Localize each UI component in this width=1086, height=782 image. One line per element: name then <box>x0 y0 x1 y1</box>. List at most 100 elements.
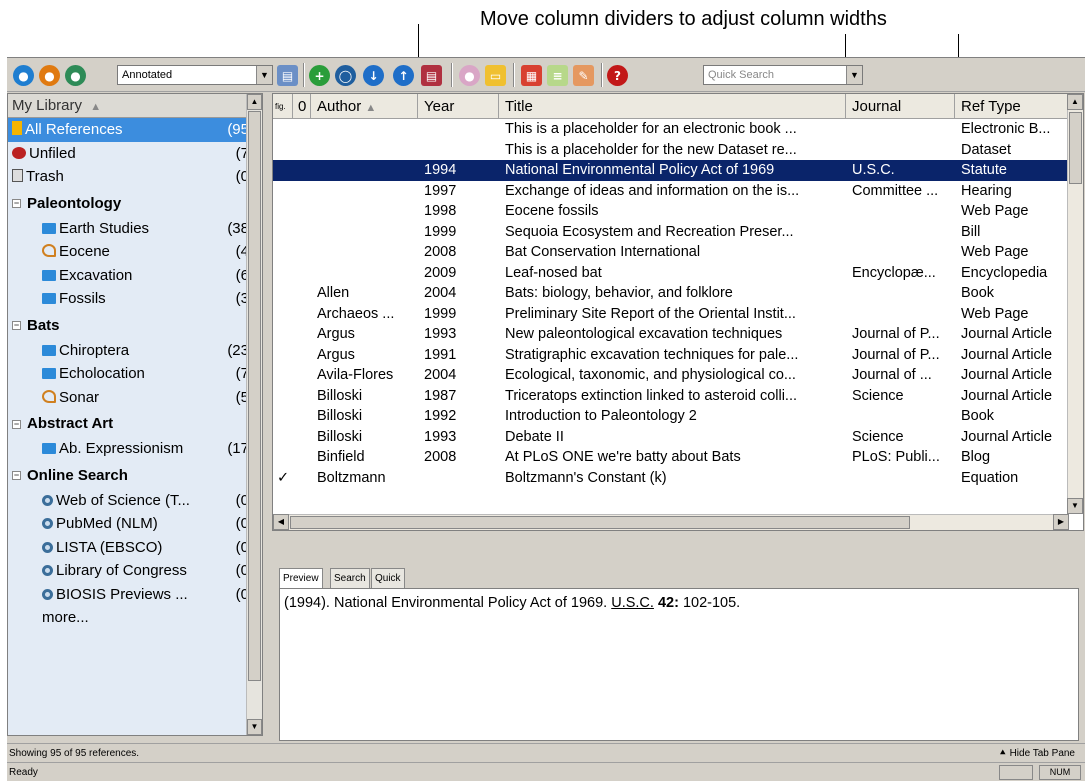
sidebar-item-more[interactable]: more... <box>8 606 262 630</box>
insert-citation-icon[interactable]: ▤ <box>277 65 298 86</box>
status-bar-bottom: Ready NUM <box>7 762 1085 781</box>
scrollbar-thumb[interactable] <box>1069 112 1082 184</box>
import-icon[interactable]: ↓ <box>363 65 384 86</box>
table-row[interactable]: Billoski 1992 Introduction to Paleontology… <box>273 406 1069 427</box>
cell-title: Boltzmann's Constant (k) <box>505 469 667 486</box>
tab-quick-edit[interactable]: Quick Edit <box>371 568 405 603</box>
cell-reftype: Journal Article <box>961 346 1053 363</box>
group-paleontology[interactable]: − Paleontology <box>8 189 262 217</box>
scroll-left-icon[interactable]: ◀ <box>273 514 289 530</box>
table-row[interactable]: Allen 2004 Bats: biology, behavior, and fo… <box>273 283 1069 304</box>
sidebar-item-earth-studies[interactable]: Earth Studies (38) <box>8 217 262 241</box>
sidebar-item-library-of-congress[interactable]: Library of Congress (0) <box>8 559 262 583</box>
sidebar-item-unfiled[interactable]: Unfiled (7) <box>8 142 262 166</box>
app-window: ● ● ● Annotated ▼ ▤ + ◯ ↓ ↑ ▤ ● ▭ ▦ ≡ ✎ … <box>7 57 1085 781</box>
cell-title: Triceratops extinction linked to asteroi… <box>505 387 798 404</box>
chevron-down-icon[interactable]: ▼ <box>256 66 272 84</box>
sidebar-item-biosis[interactable]: BIOSIS Previews ... (0) <box>8 583 262 607</box>
table-row[interactable]: Avila-Flores 2004 Ecological, taxonomic, a… <box>273 365 1069 386</box>
scrollbar-thumb[interactable] <box>248 111 261 681</box>
table-row[interactable]: Argus 1991 Stratigraphic excavation techni… <box>273 345 1069 366</box>
sidebar-item-trash[interactable]: Trash (0) <box>8 165 262 189</box>
sidebar-item-sonar[interactable]: Sonar (5) <box>8 386 262 410</box>
sidebar-item-eocene[interactable]: Eocene (4) <box>8 240 262 264</box>
column-journal[interactable]: Journal <box>846 94 955 119</box>
column-ref-type[interactable]: Ref Type <box>955 94 1069 119</box>
sidebar-item-echolocation[interactable]: Echolocation (7) <box>8 362 262 386</box>
folder-icon <box>42 222 56 234</box>
library-icon[interactable]: ● <box>13 65 34 86</box>
output-style-select[interactable]: Annotated ▼ <box>117 65 273 85</box>
reference-list-hscroll[interactable]: ◀ ▶ <box>273 514 1069 530</box>
table-row[interactable]: Billoski 1987 Triceratops extinction linke… <box>273 386 1069 407</box>
table-row[interactable]: Binfield 2008 At PLoS ONE we're batty abou… <box>273 447 1069 468</box>
column-figure[interactable]: fig. <box>273 94 293 119</box>
table-row[interactable]: 1998 Eocene fossils Web Page <box>273 201 1069 222</box>
collapse-icon[interactable]: − <box>12 471 21 481</box>
cell-reftype: Web Page <box>961 203 1029 219</box>
group-bats[interactable]: − Bats <box>8 311 262 339</box>
cell-reftype: Journal Article <box>961 326 1053 342</box>
table-row[interactable]: 1994 National Environmental Policy Act of… <box>273 160 1069 181</box>
online-icon[interactable]: ● <box>39 65 60 86</box>
sidebar-item-web-of-science[interactable]: Web of Science (T... (0) <box>8 489 262 513</box>
open-folder-icon[interactable]: ▭ <box>485 65 506 86</box>
table-row[interactable]: 2008 Bat Conservation International Web Pa… <box>273 242 1069 263</box>
sync-icon[interactable]: ● <box>459 65 480 86</box>
table-row[interactable]: Archaeos ... 1999 Preliminary Site Report … <box>273 304 1069 325</box>
column-year[interactable]: Year <box>418 94 499 119</box>
scroll-right-icon[interactable]: ▶ <box>1053 514 1069 530</box>
group-online-search[interactable]: − Online Search <box>8 461 262 489</box>
table-row[interactable]: 1999 Sequoia Ecosystem and Recreation Pre… <box>273 222 1069 243</box>
tab-preview[interactable]: Preview <box>279 568 323 589</box>
export-icon[interactable]: ↑ <box>393 65 414 86</box>
list-icon[interactable]: ≡ <box>547 65 568 86</box>
tools-icon[interactable]: ✎ <box>573 65 594 86</box>
callout-text: Move column dividers to adjust column wi… <box>480 8 887 30</box>
column-author[interactable]: Author ▲ <box>311 94 418 119</box>
tab-search[interactable]: Search <box>330 568 370 588</box>
hide-tab-pane-button[interactable]: ⯅ Hide Tab Pane <box>999 744 1075 763</box>
sidebar-item-ab-expressionism[interactable]: Ab. Expressionism (17) <box>8 437 262 461</box>
table-row[interactable]: Billoski 1993 Debate II Science Journal Arti… <box>273 427 1069 448</box>
cell-title: Leaf-nosed bat <box>505 264 602 281</box>
sidebar-scrollbar[interactable]: ▲ ▼ <box>246 94 262 735</box>
cell-reftype: Equation <box>961 469 1019 486</box>
sidebar-item-fossils[interactable]: Fossils (3) <box>8 287 262 311</box>
find-full-text-icon[interactable]: ▤ <box>421 65 442 86</box>
table-row[interactable]: This is a placeholder for the new Datase… <box>273 140 1069 161</box>
sidebar-item-all-references[interactable]: All References (95) <box>8 118 262 142</box>
column-title[interactable]: Title <box>499 94 846 119</box>
sidebar-header[interactable]: My Library ▲ <box>8 94 262 118</box>
trash-icon <box>12 169 23 182</box>
cell-reftype: Book <box>961 408 995 424</box>
collapse-icon[interactable]: − <box>12 419 21 429</box>
sidebar-item-pubmed[interactable]: PubMed (NLM) (0) <box>8 512 262 536</box>
sidebar-item-excavation[interactable]: Excavation (6) <box>8 264 262 288</box>
sidebar-item-chiroptera[interactable]: Chiroptera (23) <box>8 339 262 363</box>
scroll-up-icon[interactable]: ▲ <box>1067 94 1083 110</box>
online-search-icon[interactable]: ◯ <box>335 65 356 86</box>
chevron-down-icon[interactable]: ▼ <box>846 66 862 84</box>
scrollbar-thumb[interactable] <box>290 516 910 529</box>
cell-reftype: Encyclopedia <box>961 264 1048 281</box>
new-reference-icon[interactable]: + <box>309 65 330 86</box>
table-row[interactable]: 1997 Exchange of ideas and information on… <box>273 181 1069 202</box>
collapse-icon[interactable]: − <box>12 199 21 209</box>
scroll-down-icon[interactable]: ▼ <box>1067 498 1083 514</box>
group-abstract-art[interactable]: − Abstract Art <box>8 409 262 437</box>
scroll-up-icon[interactable]: ▲ <box>247 94 262 110</box>
table-row[interactable]: Argus 1993 New paleontological excavation … <box>273 324 1069 345</box>
globe-icon[interactable]: ● <box>65 65 86 86</box>
collapse-icon[interactable]: − <box>12 321 21 331</box>
table-row[interactable]: 2009 Leaf-nosed bat Encyclopæ... Encycloped… <box>273 263 1069 284</box>
quick-search-input[interactable]: Quick Search ▼ <box>703 65 863 85</box>
sidebar-item-lista[interactable]: LISTA (EBSCO) (0) <box>8 536 262 560</box>
scroll-down-icon[interactable]: ▼ <box>247 719 262 735</box>
format-icon[interactable]: ▦ <box>521 65 542 86</box>
reference-list-vscroll[interactable]: ▲ ▼ <box>1067 94 1083 514</box>
help-icon[interactable]: ? <box>607 65 628 86</box>
column-attachment[interactable]: 0 <box>293 94 311 119</box>
table-row[interactable]: ✓ Boltzmann Boltzmann's Constant (k) Equati… <box>273 468 1069 489</box>
table-row[interactable]: This is a placeholder for an electronic … <box>273 119 1069 140</box>
